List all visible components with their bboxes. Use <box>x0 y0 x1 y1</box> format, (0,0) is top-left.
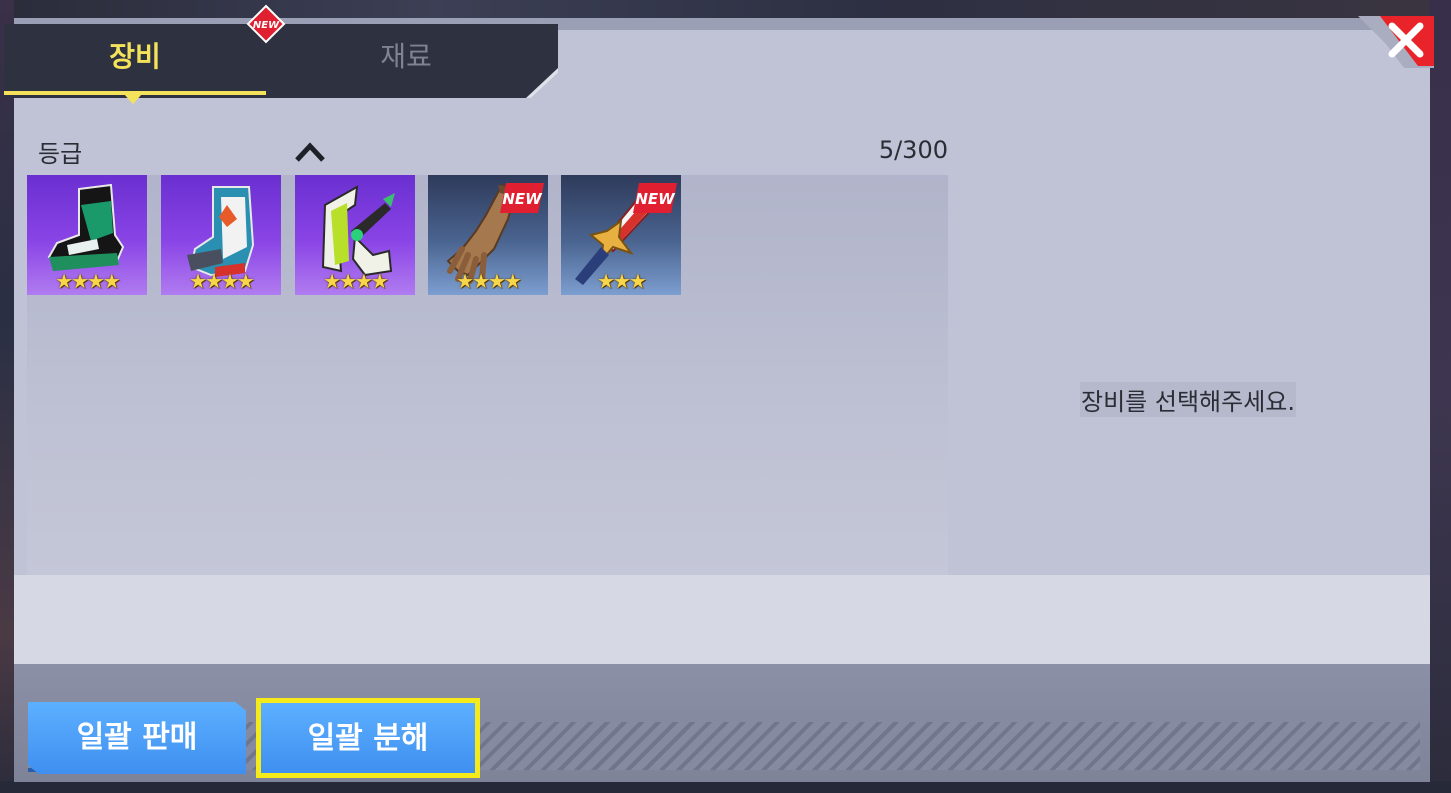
action-bar: 일괄 판매 일괄 분해 <box>14 664 1430 782</box>
item-slot[interactable]: NEW ★★★ <box>561 175 681 295</box>
background-bottom <box>0 781 1451 793</box>
item-grid: ★★★★ ★★★★ ★★★★ NEW ★★★★ NEW ★★★ <box>27 175 948 575</box>
item-stars: ★★★★ <box>456 269 522 293</box>
item-slot[interactable]: ★★★★ <box>295 175 415 295</box>
inventory-panel: 장비 재료 NEW 등급 5/300 ★★★★ ★★★★ ★★★★ NEW ★★… <box>4 4 1434 782</box>
inventory-count: 5/300 <box>878 136 948 164</box>
active-tab-caret <box>124 94 142 104</box>
new-badge-icon: NEW <box>246 4 286 44</box>
item-slot[interactable]: ★★★★ <box>27 175 147 295</box>
tab-equipment[interactable]: 장비 <box>4 24 266 94</box>
new-badge-text: NEW <box>502 190 543 208</box>
new-badge-icon: NEW <box>633 183 677 213</box>
grade-sort-label[interactable]: 등급 <box>38 134 82 169</box>
item-stars: ★★★★ <box>323 269 389 293</box>
select-equipment-hint: 장비를 선택해주세요. <box>1080 382 1296 417</box>
bulk-sell-button[interactable]: 일괄 판매 <box>28 702 246 774</box>
tab-material[interactable]: 재료 <box>266 24 546 94</box>
item-stars: ★★★★ <box>189 269 255 293</box>
background-right <box>1429 0 1451 793</box>
background-top <box>0 0 1451 18</box>
new-badge-text: NEW <box>635 190 676 208</box>
item-stars: ★★★★ <box>55 269 121 293</box>
new-badge-text: NEW <box>253 20 280 31</box>
panel-lower-band <box>14 575 1430 664</box>
new-badge-icon: NEW <box>500 183 544 213</box>
bulk-disassemble-button[interactable]: 일괄 분해 <box>256 698 480 778</box>
item-slot[interactable]: ★★★★ <box>161 175 281 295</box>
item-slot[interactable]: NEW ★★★★ <box>428 175 548 295</box>
background-left <box>0 0 14 793</box>
close-button[interactable] <box>1344 16 1434 76</box>
item-stars: ★★★ <box>597 269 647 293</box>
sort-direction-icon[interactable] <box>294 138 326 164</box>
